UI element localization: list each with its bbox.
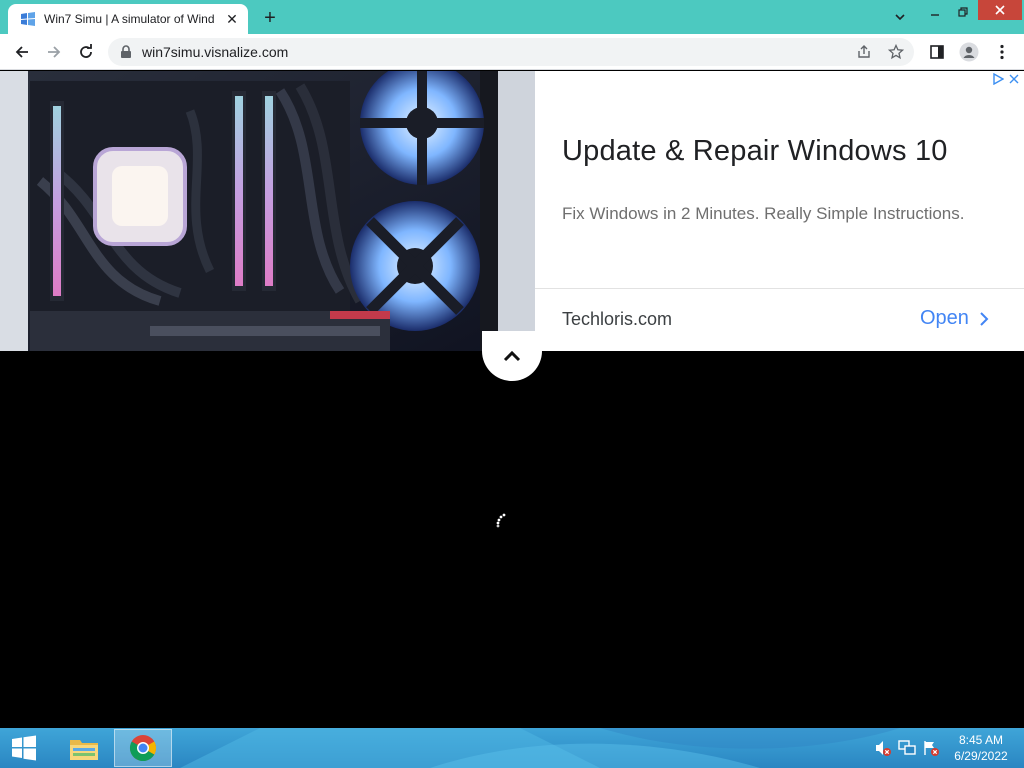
ad-open-label: Open bbox=[920, 307, 969, 329]
win7-flag-icon bbox=[21, 12, 35, 26]
ad-description: Fix Windows in 2 Minutes. Really Simple … bbox=[562, 204, 965, 223]
action-center-icon bbox=[924, 741, 939, 756]
start-button[interactable] bbox=[6, 732, 42, 764]
ad-divider bbox=[535, 288, 1024, 289]
taskbar: 8:45 AM 6/29/2022 bbox=[0, 728, 1024, 768]
chevron-up-icon bbox=[503, 350, 521, 362]
new-tab-button[interactable]: + bbox=[258, 7, 282, 29]
ad-choices[interactable] bbox=[992, 73, 1020, 85]
loading-spinner-icon bbox=[496, 513, 506, 528]
chrome-icon bbox=[129, 735, 157, 762]
lock-icon bbox=[121, 45, 131, 58]
minimize-icon bbox=[931, 14, 939, 16]
back-button[interactable] bbox=[10, 40, 34, 64]
kebab-menu-icon bbox=[1000, 44, 1004, 60]
side-panel-button[interactable] bbox=[925, 40, 949, 64]
browser-tab[interactable]: Win7 Simu | A simulator of Wind ✕ bbox=[8, 4, 248, 34]
ad-text-panel[interactable]: Update & Repair Windows 10 Fix Windows i… bbox=[535, 71, 1024, 351]
star-icon bbox=[888, 44, 904, 60]
ad-image[interactable] bbox=[0, 71, 535, 351]
network-icon bbox=[898, 740, 916, 755]
minimize-button[interactable] bbox=[922, 0, 948, 24]
ad-banner[interactable]: Update & Repair Windows 10 Fix Windows i… bbox=[0, 71, 1024, 351]
arrow-right-icon bbox=[48, 46, 61, 58]
arrow-left-icon bbox=[15, 46, 28, 58]
tab-close-button[interactable]: ✕ bbox=[224, 11, 240, 27]
reload-button[interactable] bbox=[74, 40, 98, 64]
tab-search-button[interactable] bbox=[888, 5, 912, 29]
address-bar[interactable]: win7simu.visnalize.com bbox=[108, 38, 914, 66]
pc-internals-illustration bbox=[0, 71, 535, 351]
web-page: Update & Repair Windows 10 Fix Windows i… bbox=[0, 71, 1024, 728]
collapse-ad-button[interactable] bbox=[482, 331, 542, 381]
windows-logo-icon bbox=[12, 735, 36, 761]
restore-button[interactable] bbox=[950, 0, 976, 24]
clock-date: 6/29/2022 bbox=[954, 749, 1008, 763]
ad-domain: Techloris.com bbox=[562, 309, 673, 329]
close-window-button[interactable] bbox=[978, 0, 1022, 20]
avatar-icon bbox=[959, 42, 979, 62]
bookmark-button[interactable] bbox=[886, 42, 906, 62]
volume-muted-icon bbox=[876, 741, 891, 756]
share-icon bbox=[858, 45, 870, 58]
profile-button[interactable] bbox=[957, 40, 981, 64]
file-explorer-icon bbox=[70, 740, 98, 760]
chevron-down-icon bbox=[895, 14, 905, 21]
url-text: win7simu.visnalize.com bbox=[142, 44, 289, 60]
adchoices-icon bbox=[993, 73, 1004, 85]
browser-tab-strip: Win7 Simu | A simulator of Wind ✕ + bbox=[0, 0, 1024, 34]
tray-volume[interactable] bbox=[874, 739, 892, 757]
reload-icon bbox=[80, 44, 92, 58]
menu-button[interactable] bbox=[990, 40, 1014, 64]
share-button[interactable] bbox=[854, 42, 874, 62]
browser-toolbar: win7simu.visnalize.com bbox=[0, 34, 1024, 70]
taskbar-chrome[interactable] bbox=[114, 729, 172, 767]
side-panel-icon bbox=[930, 45, 944, 59]
clock-time: 8:45 AM bbox=[958, 733, 1004, 747]
ad-open-button[interactable]: Open bbox=[920, 307, 991, 330]
tray-action-center[interactable] bbox=[922, 739, 940, 757]
close-icon bbox=[995, 5, 1005, 15]
ad-headline[interactable]: Update & Repair Windows 10 bbox=[562, 135, 948, 168]
restore-icon bbox=[958, 7, 968, 17]
tab-title: Win7 Simu | A simulator of Wind bbox=[44, 12, 215, 26]
tray-network[interactable] bbox=[898, 739, 916, 757]
taskbar-clock[interactable]: 8:45 AM 6/29/2022 bbox=[946, 732, 1016, 764]
taskbar-file-explorer[interactable] bbox=[55, 729, 113, 767]
forward-button[interactable] bbox=[42, 40, 66, 64]
close-ad-icon bbox=[1009, 74, 1019, 84]
chevron-right-icon bbox=[980, 311, 989, 326]
